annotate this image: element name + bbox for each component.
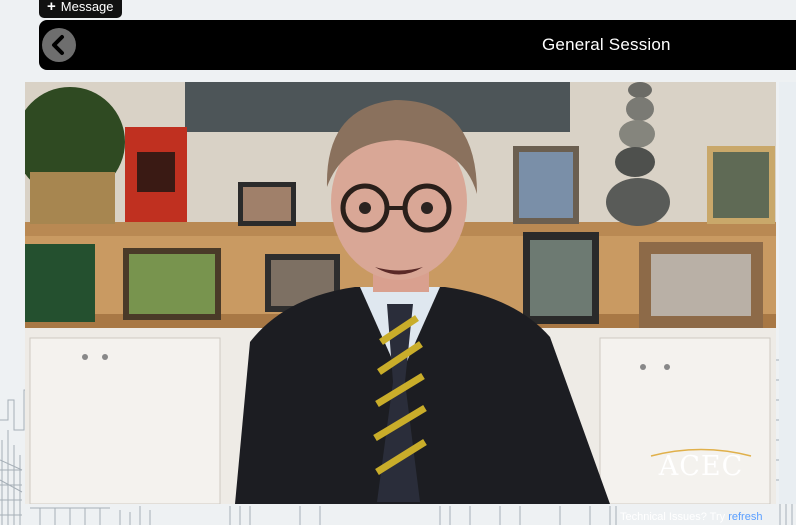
message-button[interactable]: + Message — [39, 0, 122, 18]
session-header: General Session — [39, 20, 796, 70]
logo-text: ACEC — [658, 451, 744, 482]
back-button[interactable] — [42, 28, 76, 62]
banner-text: Technical Issues? Try — [620, 511, 729, 523]
speaker-video-frame — [25, 82, 776, 504]
plus-icon: + — [47, 0, 56, 15]
page-title: General Session — [542, 35, 671, 54]
acec-logo: ACEC — [647, 447, 755, 487]
side-panel-edge — [779, 82, 796, 504]
technical-issues-banner: Technical Issues? Try refresh — [620, 511, 796, 525]
chevron-left-icon — [52, 35, 64, 55]
message-button-label: Message — [60, 0, 114, 14]
refresh-link[interactable]: refresh — [728, 511, 762, 523]
video-player[interactable]: ACEC — [25, 82, 776, 504]
